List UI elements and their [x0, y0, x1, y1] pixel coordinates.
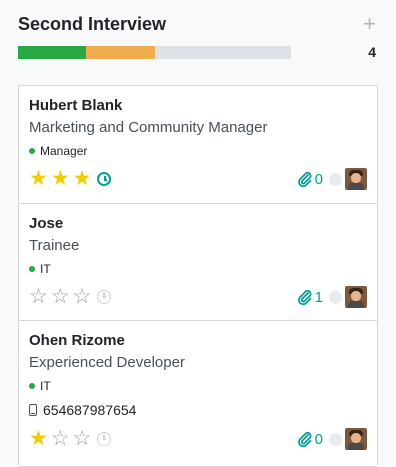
kanban-card-list: Hubert Blank Marketing and Community Man… [18, 85, 378, 467]
tag: Manager [29, 144, 87, 158]
kanban-state-circle[interactable] [329, 432, 342, 446]
star-icon[interactable]: ★ [51, 168, 70, 190]
applicant-name: Hubert Blank [29, 97, 123, 114]
progress-segment[interactable] [18, 46, 87, 59]
star-icon[interactable]: ☆ [73, 286, 92, 308]
kanban-card-hubert-blank[interactable]: Hubert Blank Marketing and Community Man… [19, 86, 377, 204]
attachment-count: 1 [314, 288, 323, 306]
kanban-column-header: Second Interview + 4 [18, 12, 378, 72]
attachment-count: 0 [314, 430, 323, 448]
applicant-name: Ohen Rizome [29, 332, 125, 349]
applicant-name: Jose [29, 215, 64, 232]
card-footer: ★ ★ ★ 0 [29, 168, 367, 190]
tag-label: Manager [40, 144, 88, 158]
progress-segment[interactable] [86, 46, 155, 59]
card-footer: ☆ ☆ ☆ 1 [29, 286, 367, 308]
priority-stars: ★ ★ ★ [29, 168, 94, 190]
tag-dot-icon [29, 383, 35, 389]
phone-number: 654687987654 [43, 402, 137, 418]
attachment-count: 0 [314, 170, 323, 188]
paperclip-icon[interactable] [297, 431, 313, 447]
avatar[interactable] [345, 428, 367, 450]
star-icon[interactable]: ★ [29, 428, 48, 450]
star-icon[interactable]: ☆ [29, 286, 48, 308]
avatar[interactable] [345, 168, 367, 190]
job-title: Trainee [29, 237, 80, 254]
plus-icon[interactable]: + [363, 12, 376, 36]
tag-dot-icon [29, 148, 35, 154]
paperclip-icon[interactable] [297, 289, 313, 305]
avatar[interactable] [345, 286, 367, 308]
card-footer: ★ ☆ ☆ 0 [29, 428, 367, 450]
column-progress-bar[interactable] [18, 46, 291, 59]
clock-icon[interactable] [97, 432, 112, 446]
kanban-card-jose[interactable]: Jose Trainee IT ☆ ☆ ☆ 1 [19, 204, 377, 321]
column-record-count: 4 [368, 44, 376, 60]
job-title: Experienced Developer [29, 354, 185, 371]
column-title: Second Interview [18, 14, 167, 34]
star-icon[interactable]: ★ [73, 168, 92, 190]
tag: IT [29, 262, 51, 276]
paperclip-icon[interactable] [297, 171, 313, 187]
star-icon[interactable]: ☆ [51, 428, 70, 450]
star-icon[interactable]: ☆ [73, 428, 92, 450]
kanban-card-ohen-rizome[interactable]: Ohen Rizome Experienced Developer IT 654… [19, 321, 377, 467]
star-icon[interactable]: ★ [29, 168, 48, 190]
tag-dot-icon [29, 266, 35, 272]
tag: IT [29, 379, 51, 393]
job-title: Marketing and Community Manager [29, 119, 268, 136]
clock-icon[interactable] [97, 172, 112, 186]
kanban-state-circle[interactable] [329, 290, 342, 304]
priority-stars: ★ ☆ ☆ [29, 428, 94, 450]
priority-stars: ☆ ☆ ☆ [29, 286, 94, 308]
kanban-state-circle[interactable] [329, 172, 342, 186]
star-icon[interactable]: ☆ [51, 286, 70, 308]
mobile-phone-icon [29, 404, 37, 416]
tag-label: IT [40, 379, 51, 393]
clock-icon[interactable] [97, 290, 112, 304]
tag-label: IT [40, 262, 51, 276]
phone: 654687987654 [29, 402, 136, 418]
progress-segment[interactable] [154, 46, 291, 59]
